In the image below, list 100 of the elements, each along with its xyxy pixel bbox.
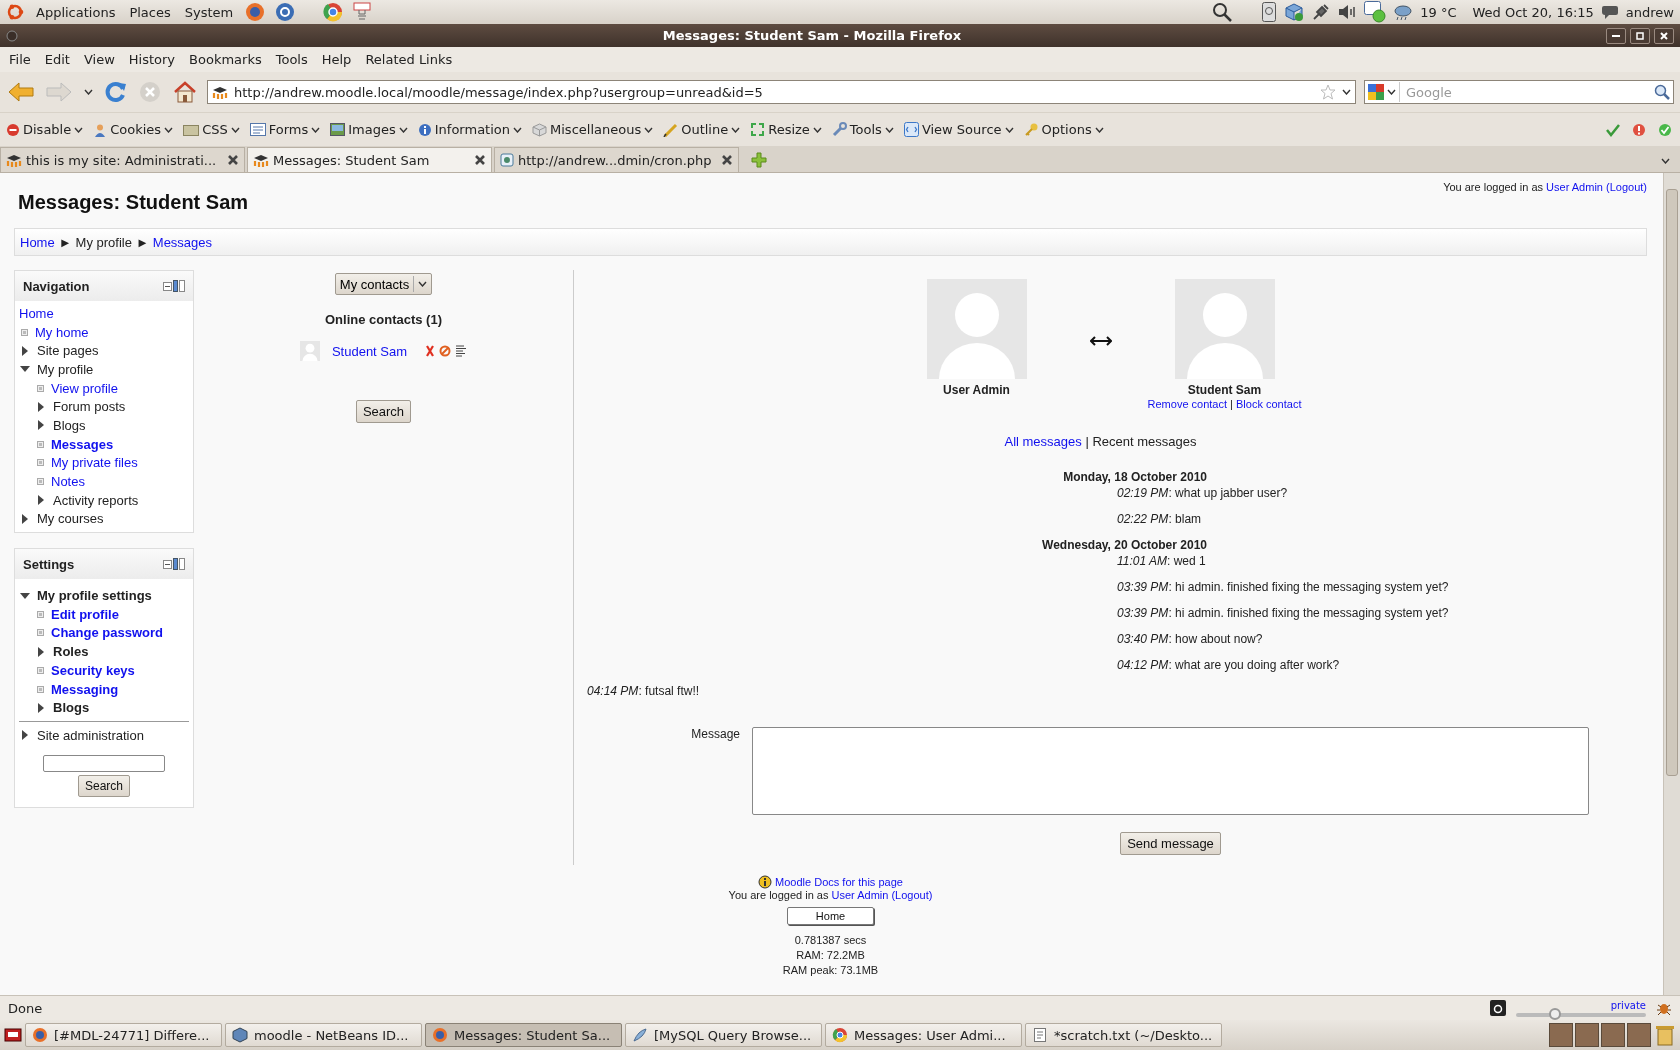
nav-link[interactable]: Security keys [51, 662, 135, 678]
nav-link[interactable]: Edit profile [51, 606, 119, 622]
close-icon[interactable] [227, 154, 239, 166]
error-icon[interactable] [1632, 122, 1646, 137]
toolbar-menu-button[interactable]: Images [328, 120, 414, 139]
weather-icon[interactable] [1394, 3, 1413, 21]
home-button[interactable]: Home [786, 907, 875, 925]
star-icon[interactable] [1320, 84, 1336, 100]
contact-link[interactable]: Student Sam [331, 343, 408, 359]
nav-link[interactable]: View profile [51, 380, 118, 396]
collapsed-triangle-icon[interactable] [36, 420, 46, 431]
contacts-dropdown[interactable]: My contacts [334, 273, 433, 295]
toolbar-menu-button[interactable]: Outline [661, 120, 747, 139]
view-link[interactable]: All messages [1004, 434, 1082, 449]
panel-menu[interactable]: Places [127, 4, 173, 20]
expanded-triangle-icon[interactable] [20, 590, 30, 601]
taskbar-item[interactable]: moodle - NetBeans ID... [225, 1023, 422, 1047]
help-icon[interactable] [275, 2, 296, 22]
nav-item[interactable]: My courses [37, 511, 104, 527]
browser-tab[interactable]: Messages: Student Sam [247, 147, 492, 172]
toolbar-menu-button[interactable]: CSS [181, 120, 246, 139]
nav-item[interactable]: My profile [37, 361, 94, 377]
menu-item[interactable]: History [121, 52, 183, 67]
search-engine-icon[interactable] [1368, 84, 1384, 100]
addon-icon[interactable] [1490, 1000, 1506, 1016]
toolbar-menu-button[interactable]: Miscellaneous [530, 120, 660, 139]
contact-action-link[interactable]: Block contact [1236, 398, 1302, 410]
box-icon[interactable] [1284, 2, 1305, 22]
scrollbar[interactable] [1663, 173, 1680, 995]
search-icon[interactable] [1212, 2, 1233, 22]
search-button[interactable]: Search [355, 400, 412, 423]
taskbar-item[interactable]: Messages: Student Sa... [425, 1023, 622, 1047]
address-bar[interactable]: http://andrew.moodle.local/moodle/message/index.php?usergroup=unread&id=5 [207, 80, 1356, 104]
window-menu-icon[interactable] [6, 29, 18, 42]
nav-link[interactable]: Messaging [51, 681, 119, 697]
user-link[interactable]: User Admin [1546, 181, 1603, 193]
search-button[interactable]: Search [78, 774, 130, 797]
speech-bubble-icon[interactable] [1601, 4, 1618, 20]
nav-item[interactable]: Activity reports [53, 492, 139, 508]
temperature-text[interactable]: 19 °C [1420, 4, 1457, 20]
taskbar-item[interactable]: Messages: User Admi... [825, 1023, 1022, 1047]
collapsed-triangle-icon[interactable] [36, 646, 46, 657]
check-circle-icon[interactable] [1658, 122, 1672, 137]
send-message-button[interactable]: Send message [1120, 832, 1221, 855]
nav-item[interactable]: Blogs [53, 417, 86, 433]
logout-link[interactable]: (Logout) [891, 889, 933, 901]
toolbar-menu-button[interactable]: Options [1021, 120, 1110, 139]
maximize-button[interactable] [1630, 27, 1650, 44]
nav-item[interactable]: Blogs [53, 700, 90, 716]
search-icon[interactable] [1654, 84, 1670, 100]
toolbar-menu-button[interactable]: Cookies [91, 120, 180, 139]
stamp-icon[interactable] [353, 2, 372, 22]
toolbar-menu-button[interactable]: Forms [247, 120, 327, 139]
nav-link[interactable]: Home [19, 305, 54, 321]
menu-item[interactable]: Tools [268, 52, 315, 67]
nav-link[interactable]: Messages [51, 436, 114, 452]
reload-button[interactable] [103, 79, 129, 105]
toolbar-menu-button[interactable]: Information [415, 120, 529, 139]
nav-item[interactable]: Forum posts [53, 399, 126, 415]
block-controls-icon[interactable] [163, 280, 185, 292]
docs-link[interactable]: Moodle Docs for this page [775, 876, 903, 888]
browser-tab[interactable]: this is my site: Administrati... [0, 147, 245, 172]
search-field[interactable]: Google [1404, 83, 1650, 101]
collapsed-triangle-icon[interactable] [36, 401, 46, 412]
panel-menu[interactable]: System [182, 4, 236, 20]
nav-link[interactable]: Notes [51, 474, 85, 490]
nav-item[interactable]: My profile settings [37, 588, 152, 604]
user-link[interactable]: User Admin [831, 889, 889, 901]
panel-menu[interactable]: Applications [34, 4, 118, 20]
breadcrumb-link[interactable]: Home [20, 234, 55, 250]
minimize-button[interactable] [1606, 27, 1626, 44]
collapsed-triangle-icon[interactable] [20, 513, 30, 524]
nav-item[interactable]: Roles [53, 644, 89, 660]
remove-cross-icon[interactable] [425, 345, 436, 357]
nav-item[interactable]: Site pages [37, 343, 99, 359]
nav-item[interactable]: Site administration [37, 727, 144, 743]
collapsed-triangle-icon[interactable] [20, 730, 30, 741]
clock-text[interactable]: Wed Oct 20, 16:15 [1472, 4, 1594, 20]
close-icon[interactable] [721, 154, 733, 166]
history-lines-icon[interactable] [455, 345, 468, 357]
ubuntu-logo-icon[interactable] [6, 3, 24, 21]
toolbar-menu-button[interactable]: View Source [901, 120, 1020, 139]
toolbar-menu-button[interactable]: Resize [748, 120, 828, 139]
workspace-switcher[interactable] [1549, 1023, 1651, 1047]
history-dropdown-button[interactable] [82, 87, 95, 97]
speaker-icon[interactable] [1338, 3, 1357, 21]
browser-tab[interactable]: http://andrew...dmin/cron.php [494, 147, 739, 172]
slider-thumb[interactable] [1549, 1007, 1561, 1020]
taskbar-item[interactable]: [MySQL Query Browse... [625, 1023, 822, 1047]
nav-link[interactable]: Change password [51, 625, 163, 641]
collapsed-triangle-icon[interactable] [36, 702, 46, 713]
menu-item[interactable]: View [76, 52, 122, 67]
current-view-text[interactable]: Recent messages [1092, 434, 1197, 449]
chat-status-icon[interactable] [1364, 1, 1387, 23]
toolbar-menu-button[interactable]: Disable [4, 120, 90, 139]
breadcrumb-link[interactable]: Messages [152, 234, 213, 250]
menu-item[interactable]: Bookmarks [182, 52, 269, 67]
search-bar[interactable]: Google [1364, 80, 1674, 104]
toolbar-menu-button[interactable]: Tools [829, 120, 900, 139]
nav-link[interactable]: My private files [51, 455, 138, 471]
